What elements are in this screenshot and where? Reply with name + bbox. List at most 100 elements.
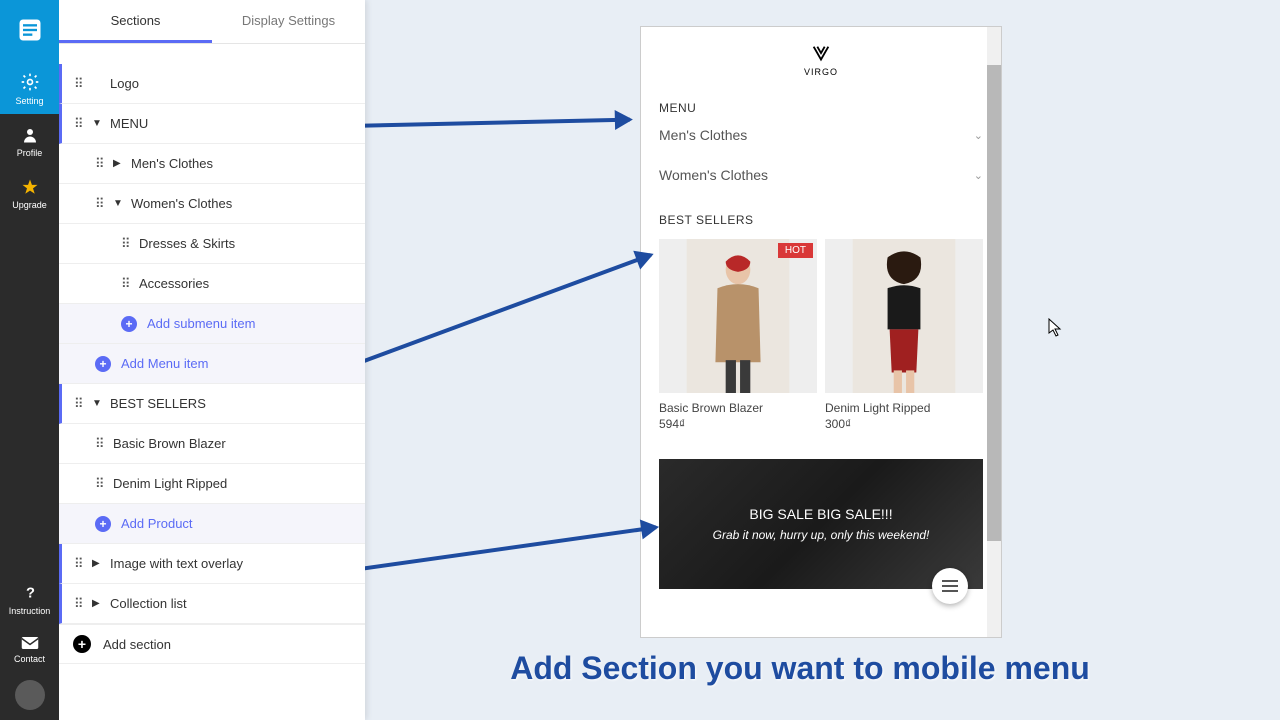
caret-down-icon[interactable]: ▼	[92, 118, 102, 129]
drag-icon[interactable]: ⠿	[74, 556, 84, 572]
person-icon	[21, 126, 39, 144]
plus-icon: +	[95, 516, 111, 532]
svg-text:?: ?	[26, 585, 35, 601]
section-tree: ⠿Logo ⠿▼MENU ⠿▶Men's Clothes ⠿▼Women's C…	[59, 44, 365, 664]
sidebar-label-contact: Contact	[14, 654, 45, 664]
preview-menu-womens[interactable]: Women's Clothes ⌄	[659, 155, 983, 195]
product-name: Denim Light Ripped	[825, 401, 983, 415]
menu-label: Women's Clothes	[659, 167, 768, 183]
caret-right-icon[interactable]: ▶	[92, 598, 102, 609]
tree-label: Women's Clothes	[131, 196, 232, 211]
tree-label: Accessories	[139, 276, 209, 291]
plus-icon: +	[73, 635, 91, 653]
tree-item-menu[interactable]: ⠿▼MENU	[59, 104, 365, 144]
drag-icon[interactable]: ⠿	[95, 436, 105, 452]
product-card[interactable]: HOT Basic Brown Blazer 594₫	[659, 239, 817, 431]
tree-item-image-overlay[interactable]: ⠿ ▶ Image with text overlay	[59, 544, 365, 584]
chevron-down-icon: ⌄	[974, 169, 983, 182]
preview-scrollbar[interactable]	[987, 65, 1001, 541]
drag-icon[interactable]: ⠿	[95, 156, 105, 172]
tree-label: Men's Clothes	[131, 156, 213, 171]
drag-icon[interactable]: ⠿	[74, 396, 84, 412]
caret-right-icon[interactable]: ▶	[113, 158, 123, 169]
product-name: Basic Brown Blazer	[659, 401, 817, 415]
sidebar-label-profile: Profile	[17, 148, 43, 158]
hamburger-icon	[942, 585, 958, 587]
caret-right-icon[interactable]: ▶	[92, 558, 102, 569]
tree-item-collection-list[interactable]: ⠿ ▶ Collection list	[59, 584, 365, 624]
product-image	[825, 239, 983, 393]
preview-banner[interactable]: BIG SALE BIG SALE!!! Grab it now, hurry …	[659, 459, 983, 589]
app-logo[interactable]	[0, 0, 59, 60]
product-price: 300₫	[825, 417, 983, 431]
banner-title: BIG SALE BIG SALE!!!	[749, 506, 892, 522]
hamburger-fab[interactable]	[932, 568, 968, 604]
panel-tabs: Sections Display Settings	[59, 0, 365, 44]
tab-display-settings[interactable]: Display Settings	[212, 0, 365, 43]
hot-badge: HOT	[778, 243, 813, 258]
product-card[interactable]: Denim Light Ripped 300₫	[825, 239, 983, 431]
tree-label: Dresses & Skirts	[139, 236, 235, 251]
sidebar-item-setting[interactable]: Setting	[0, 60, 59, 114]
drag-icon[interactable]: ⠿	[74, 116, 84, 132]
gear-icon	[20, 72, 40, 92]
tree-label: Add section	[103, 637, 171, 652]
preview-menu-mens[interactable]: Men's Clothes ⌄	[659, 115, 983, 155]
preview-logo: VIRGO	[659, 37, 983, 83]
document-icon	[16, 16, 44, 44]
drag-icon[interactable]: ⠿	[74, 76, 84, 92]
brand-text: VIRGO	[804, 67, 838, 77]
add-section[interactable]: + Add section	[59, 624, 365, 664]
drag-icon[interactable]: ⠿	[121, 276, 131, 292]
product-price: 594₫	[659, 417, 817, 431]
drag-icon[interactable]: ⠿	[95, 196, 105, 212]
tab-sections[interactable]: Sections	[59, 0, 212, 43]
tree-item-womens[interactable]: ⠿ ▼ Women's Clothes	[59, 184, 365, 224]
drag-icon[interactable]: ⠿	[121, 236, 131, 252]
sidebar-item-contact[interactable]: Contact	[0, 624, 59, 672]
add-product[interactable]: + Add Product	[59, 504, 365, 544]
tree-item-best-sellers[interactable]: ⠿▼BEST SELLERS	[59, 384, 365, 424]
sidebar-label-setting: Setting	[15, 96, 43, 106]
question-icon: ?	[22, 582, 38, 602]
tree-item-dresses[interactable]: ⠿ Dresses & Skirts	[59, 224, 365, 264]
tree-item-logo[interactable]: ⠿ Logo	[59, 64, 365, 104]
tree-label: Add submenu item	[147, 316, 255, 331]
tree-label: Image with text overlay	[110, 556, 243, 571]
caret-down-icon[interactable]: ▼	[92, 398, 102, 409]
star-icon	[21, 178, 39, 196]
tree-label: Add Product	[121, 516, 193, 531]
sidebar-item-profile[interactable]: Profile	[0, 114, 59, 166]
sidebar-item-upgrade[interactable]: Upgrade	[0, 166, 59, 218]
tree-item-accessories[interactable]: ⠿ Accessories	[59, 264, 365, 304]
tree-label: Collection list	[110, 596, 187, 611]
drag-icon[interactable]: ⠿	[74, 596, 84, 612]
sidebar-item-instruction[interactable]: ? Instruction	[0, 570, 59, 624]
plus-icon: +	[121, 316, 137, 332]
cursor-icon	[1048, 318, 1064, 338]
menu-label: Men's Clothes	[659, 127, 747, 143]
product-image: HOT	[659, 239, 817, 393]
mobile-preview: VIRGO MENU Men's Clothes ⌄ Women's Clothe…	[641, 27, 1001, 637]
tree-item-prod1[interactable]: ⠿Basic Brown Blazer	[59, 424, 365, 464]
tree-label: Logo	[110, 76, 139, 91]
app-sidebar: Setting Profile Upgrade ? Instruction Co…	[0, 0, 59, 720]
preview-menu-heading: MENU	[659, 101, 983, 115]
drag-icon[interactable]: ⠿	[95, 476, 105, 492]
preview-best-heading: BEST SELLERS	[659, 213, 983, 227]
mail-icon	[21, 636, 39, 650]
tree-label: Add Menu item	[121, 356, 208, 371]
avatar[interactable]	[15, 680, 45, 710]
annotation-caption: Add Section you want to mobile menu	[365, 650, 1235, 687]
caret-down-icon[interactable]: ▼	[113, 198, 123, 209]
tree-label: Denim Light Ripped	[113, 476, 227, 491]
tree-item-mens[interactable]: ⠿ ▶ Men's Clothes	[59, 144, 365, 184]
sidebar-label-instruction: Instruction	[9, 606, 51, 616]
banner-subtitle: Grab it now, hurry up, only this weekend…	[713, 528, 930, 542]
add-submenu-item[interactable]: + Add submenu item	[59, 304, 365, 344]
brand-icon	[810, 43, 832, 65]
tree-item-prod2[interactable]: ⠿ Denim Light Ripped	[59, 464, 365, 504]
add-menu-item[interactable]: +Add Menu item	[59, 344, 365, 384]
chevron-down-icon: ⌄	[974, 129, 983, 142]
sidebar-label-upgrade: Upgrade	[12, 200, 47, 210]
